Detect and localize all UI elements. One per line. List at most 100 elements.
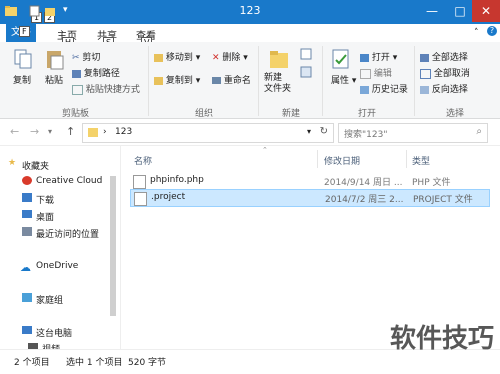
easy-access-icon[interactable] (300, 66, 312, 78)
project-file-icon (134, 192, 147, 206)
paste-button[interactable]: 粘贴 (45, 73, 63, 86)
navigation-pane: ★ 收藏夹 Creative Cloud 下载 桌面 最近访问的位置 ☁ One… (0, 146, 120, 355)
ribbon: 复制 粘贴 ✂ 剪切 复制路径 粘贴快捷方式 剪贴板 移动到 ▾ 复制到 ▾ ✕… (0, 42, 500, 119)
pane-divider[interactable] (120, 146, 121, 349)
properties-button[interactable]: 属性 ▾ (331, 73, 356, 86)
move-to-button[interactable]: 移动到 ▾ (154, 50, 200, 63)
search-placeholder: 搜索"123" (344, 130, 388, 140)
open-button[interactable]: 打开 ▾ (360, 50, 397, 63)
nav-recent[interactable]: 最近访问的位置 (36, 227, 99, 240)
file-name[interactable]: phpinfo.php (150, 175, 204, 185)
new-folder-big-icon[interactable] (268, 47, 290, 71)
address-dropdown-icon[interactable]: ▾ (307, 127, 311, 136)
nav-creative-cloud[interactable]: Creative Cloud (36, 176, 102, 186)
new-item-icon[interactable] (300, 48, 312, 60)
edit-button[interactable]: 编辑 (360, 66, 392, 79)
invert-selection-button[interactable]: 反向选择 (420, 82, 468, 95)
selection-size: 520 字节 (128, 358, 167, 368)
nav-this-pc[interactable]: 这台电脑 (36, 326, 72, 339)
copy-button[interactable]: 复制 (13, 73, 31, 86)
php-file-icon (133, 175, 146, 189)
address-bar[interactable]: › 123 ▾ ↻ (82, 123, 334, 143)
column-name[interactable]: 名称 (134, 154, 152, 167)
nav-onedrive[interactable]: OneDrive (36, 261, 78, 271)
key-tip-f: F (19, 26, 30, 37)
column-type[interactable]: 类型 (412, 154, 430, 167)
history-button[interactable]: 历史记录 (360, 82, 408, 95)
separator (414, 46, 415, 116)
ribbon-tabs: 主页 共享 查看 ˄ ? (0, 24, 500, 43)
delete-icon: ✕ (212, 52, 220, 63)
new-folder-button[interactable]: 新建 文件夹 (264, 73, 291, 95)
separator (258, 46, 259, 116)
delete-button[interactable]: ✕ 删除 ▾ (212, 50, 248, 64)
back-icon[interactable]: ← (10, 125, 19, 138)
paste-shortcut-button[interactable]: 粘贴快捷方式 (72, 82, 140, 95)
select-none-icon (420, 68, 431, 79)
minimize-button[interactable]: — (418, 0, 446, 22)
select-all-icon (420, 53, 429, 62)
address-bar-row: ← → ▾ ↑ › 123 ▾ ↻ 搜索"123" ⌕ (0, 119, 500, 146)
copy-to-icon (154, 76, 163, 85)
file-date: 2014/9/14 周日 ... (324, 178, 403, 188)
file-date: 2014/7/2 周三 2... (325, 195, 404, 205)
help-icon[interactable]: ? (487, 26, 497, 36)
scissors-icon: ✂ (72, 52, 80, 63)
invert-selection-icon (420, 85, 429, 94)
nav-favorites[interactable]: 收藏夹 (22, 159, 49, 172)
column-divider[interactable] (317, 150, 318, 168)
desktop-icon (22, 210, 32, 218)
computer-icon (22, 326, 32, 334)
title-bar: 1 2 ▾ 123 — □ ✕ (0, 0, 500, 24)
history-dropdown-icon[interactable]: ▾ (48, 127, 52, 136)
nav-desktop[interactable]: 桌面 (36, 210, 54, 223)
file-name[interactable]: .project (151, 192, 185, 202)
path-separator-icon: › (103, 127, 107, 137)
nav-homegroup[interactable]: 家庭组 (36, 293, 63, 306)
open-icon (360, 53, 369, 62)
column-divider[interactable] (406, 150, 407, 168)
group-new: 新建 (282, 109, 301, 119)
separator (322, 46, 323, 116)
maximize-button[interactable]: □ (446, 0, 474, 22)
download-icon (22, 193, 32, 202)
copy-to-button[interactable]: 复制到 ▾ (154, 73, 200, 86)
selection-info: 选中 1 个项目 (66, 358, 123, 368)
edit-icon (360, 68, 371, 79)
cut-button[interactable]: ✂ 剪切 (72, 50, 100, 64)
properties-big-icon[interactable] (330, 47, 352, 71)
copy-path-icon (72, 69, 81, 78)
select-all-button[interactable]: 全部选择 (420, 50, 468, 63)
folder-path-icon (88, 128, 98, 137)
refresh-icon[interactable]: ↻ (320, 126, 328, 137)
history-icon (360, 85, 369, 94)
search-input[interactable]: 搜索"123" ⌕ (338, 123, 488, 143)
select-none-button[interactable]: 全部取消 (420, 66, 470, 79)
copy-icon[interactable] (12, 47, 34, 71)
star-icon: ★ (8, 158, 17, 168)
move-to-icon (154, 53, 163, 62)
paste-icon[interactable] (44, 47, 66, 71)
ribbon-collapse-icon[interactable]: ˄ (474, 28, 479, 38)
column-date[interactable]: 修改日期 (324, 154, 360, 167)
table-row[interactable]: phpinfo.php 2014/9/14 周日 ... PHP 文件 (130, 173, 488, 189)
group-select: 选择 (446, 109, 465, 119)
address-path[interactable]: 123 (115, 127, 132, 137)
separator (148, 46, 149, 116)
paste-shortcut-icon (72, 84, 83, 95)
search-icon[interactable]: ⌕ (476, 126, 482, 137)
file-type: PHP 文件 (412, 178, 451, 188)
up-icon[interactable]: ↑ (66, 125, 75, 138)
file-type: PROJECT 文件 (413, 195, 473, 205)
onedrive-icon: ☁ (20, 261, 31, 274)
table-row-selected[interactable]: .project 2014/7/2 周三 2... PROJECT 文件 (130, 189, 490, 207)
forward-icon[interactable]: → (30, 125, 39, 138)
group-organize: 组织 (195, 109, 214, 119)
copy-path-button[interactable]: 复制路径 (72, 66, 120, 79)
item-count: 2 个项目 (14, 358, 50, 368)
close-button[interactable]: ✕ (472, 0, 500, 22)
rename-button[interactable]: 重命名 (212, 73, 251, 86)
nav-scrollbar[interactable] (110, 176, 116, 316)
nav-downloads[interactable]: 下载 (36, 193, 54, 206)
group-open: 打开 (358, 109, 377, 119)
